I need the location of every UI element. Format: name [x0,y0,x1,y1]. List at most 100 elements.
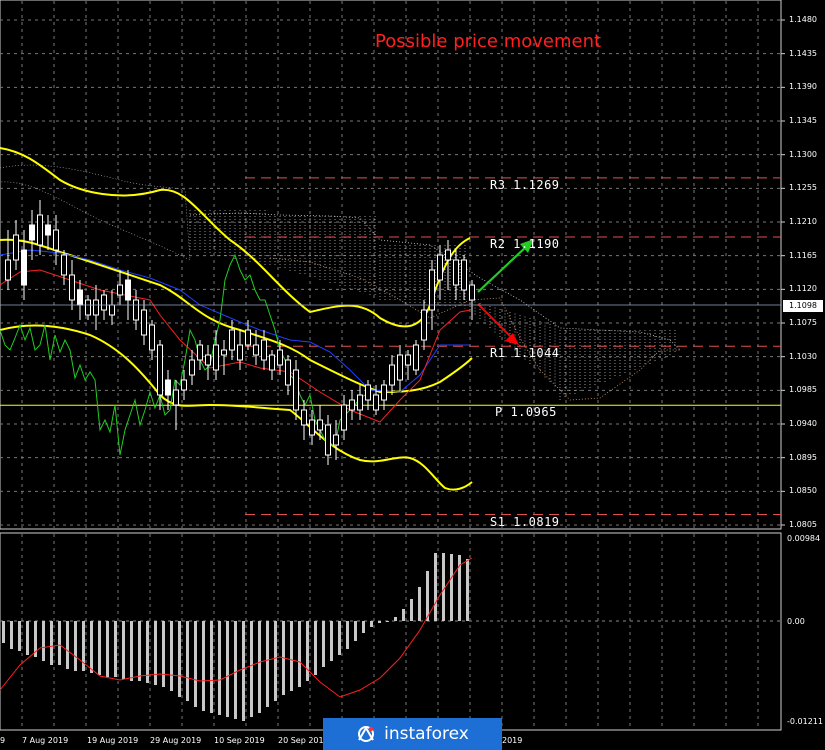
candle-body [229,329,235,351]
histogram-bar [90,621,93,673]
histogram-bar [10,621,13,649]
date-label: 10 Sep 2019 [214,736,265,745]
candle-body [37,214,43,246]
candle-body [437,254,443,281]
candle-body [5,259,11,281]
candle-body [325,424,331,456]
instaforex-logo-icon [356,724,376,744]
candle-body [421,309,427,341]
candle-body [117,284,123,296]
current-price-tag: 1.1098 [783,300,823,312]
oscillator-scale-top: 0.00984 [787,534,821,543]
candle-body [381,384,387,401]
candle-body [61,254,67,276]
oscillator-scale-zero: 0.00 [787,617,805,626]
histogram-bar [186,621,189,701]
candle-body [157,344,163,396]
date-label: 19 Aug 2019 [87,736,139,745]
candle-body [365,384,371,401]
candle-body [213,344,219,371]
histogram-bar [98,621,101,675]
histogram-bar [170,621,173,691]
histogram-bar [402,609,405,621]
price-scale-label: 1.1390 [789,82,817,92]
price-scale-label: 1.0805 [789,520,817,529]
candle-body [461,259,467,291]
candle-body [389,364,395,386]
price-scale-label: 1.0985 [789,385,817,395]
price-scale-label: 1.0940 [789,419,817,428]
candle-body [277,349,283,366]
candle-body [245,329,251,346]
trading-chart[interactable] [0,0,825,750]
candle-body [397,354,403,381]
histogram-bar [42,621,45,661]
candle-body [317,419,323,431]
histogram-bar [154,621,157,685]
candle-body [13,234,19,261]
histogram-bar [130,621,133,681]
date-label: 2019 [502,736,523,745]
date-label: 7 Aug 2019 [22,736,69,745]
histogram-bar [26,621,29,655]
candle-body [445,249,451,261]
price-scale-label: 1.1480 [789,15,817,24]
candle-body [309,419,315,436]
price-scale-label: 1.1120 [789,284,817,294]
date-label: 9 [0,736,6,745]
candle-body [293,369,299,411]
chart-title: Possible price movement [375,31,602,52]
candle-body [469,284,475,301]
candle-body [77,289,83,306]
histogram-bar [146,621,149,683]
histogram-bar [114,621,117,677]
candle-body [269,354,275,371]
histogram-bar [298,621,301,687]
candle-body [69,274,75,301]
candle-body [29,224,35,241]
price-scale-label: 1.1075 [789,318,817,327]
histogram-bar [138,621,141,681]
candle-body [221,349,227,356]
histogram-bar [306,621,309,681]
logo-text: instaforex [384,724,469,744]
histogram-bar [122,621,125,679]
candle-body [413,344,419,371]
histogram-bar [450,554,453,621]
histogram-bar [258,621,261,713]
candle-body [333,434,339,446]
price-scale-label: 1.1030 [789,351,817,361]
histogram-bar [50,621,53,665]
histogram-bar [322,621,325,667]
histogram-bar [410,599,413,621]
level-r1-label: R1 1.1044 [490,346,560,360]
histogram-bar [2,621,5,643]
histogram-bar [234,621,237,719]
candle-body [45,224,51,236]
histogram-bar [58,621,61,665]
candle-body [261,339,267,361]
candle-body [173,389,179,406]
candle-body [253,344,259,356]
candle-body [21,249,27,286]
histogram-bar [314,621,317,675]
price-scale-label: 1.1435 [789,48,817,58]
candle-body [133,299,139,321]
histogram-bar [354,621,357,641]
histogram-bar [202,621,205,711]
candle-body [405,354,411,366]
histogram-bar [434,553,437,621]
candle-body [205,354,211,366]
histogram-bar [338,621,341,655]
histogram-bar [266,621,269,707]
candle-body [85,299,91,316]
histogram-bar [66,621,69,669]
price-scale-label: 1.0850 [789,486,817,496]
candle-body [101,294,107,311]
histogram-bar [370,621,373,627]
candle-body [189,359,195,376]
histogram-bar [218,621,221,715]
candle-body [53,229,59,251]
candle-body [237,344,243,361]
candle-body [109,304,115,316]
